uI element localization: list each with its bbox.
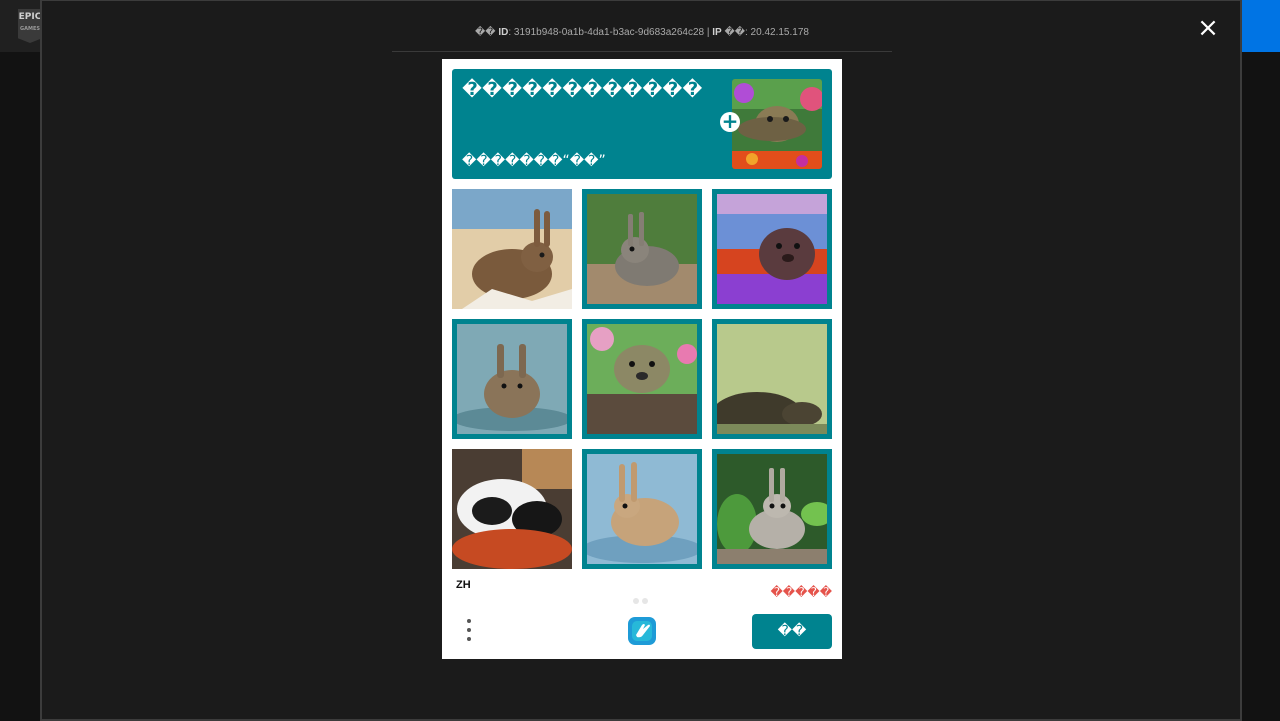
debug-separator: |	[704, 27, 713, 38]
more-vertical-icon[interactable]	[464, 619, 474, 645]
close-icon[interactable]: ×	[1196, 15, 1220, 41]
grid-image-2[interactable]	[582, 189, 702, 309]
debug-ip-value: 20.42.15.178	[750, 27, 809, 38]
grid-image-5[interactable]	[582, 319, 702, 439]
plus-icon: +	[720, 109, 740, 133]
prompt-subtitle: �������“��”	[462, 153, 606, 169]
page-indicator	[633, 589, 653, 604]
epic-games-logo[interactable]: EPIC GAMES	[18, 9, 42, 43]
grid-image-6[interactable]	[712, 319, 832, 439]
grid-image-1[interactable]	[452, 189, 572, 309]
debug-ip-label: IP	[712, 27, 722, 38]
language-selector[interactable]: ZH	[456, 579, 471, 591]
submit-button[interactable]: ��	[752, 614, 832, 649]
captcha-overlay: × �� ID: 3191b948-0a1b-4da1-b3ac-9d683a2…	[40, 0, 1242, 721]
logo-subtext: GAMES	[20, 26, 40, 32]
grid-image-7[interactable]	[452, 449, 572, 569]
debug-info: �� ID: 3191b948-0a1b-4da1-b3ac-9d683a264…	[475, 27, 809, 38]
grid-image-4[interactable]	[452, 319, 572, 439]
debug-id-label: ID	[498, 27, 509, 38]
example-image	[732, 79, 822, 169]
debug-id-value: 3191b948-0a1b-4da1-b3ac-9d683a264c28	[513, 27, 705, 38]
debug-ip-suffix: ��	[724, 27, 745, 38]
header-action-button[interactable]	[1238, 0, 1280, 52]
logo-text: EPIC	[18, 12, 42, 22]
grid-image-3[interactable]	[712, 189, 832, 309]
grid-image-9[interactable]	[712, 449, 832, 569]
prompt-title: ������������	[462, 79, 703, 100]
prompt-banner: ������������ �������“��” +	[452, 69, 832, 179]
grid-image-8[interactable]	[582, 449, 702, 569]
debug-id-prefix: ��	[475, 27, 496, 38]
hcaptcha-hand-icon[interactable]	[626, 615, 658, 647]
captcha-panel: ������������ �������“��” + ZH ����� ��	[442, 59, 842, 659]
divider	[392, 51, 892, 52]
image-grid	[452, 189, 832, 569]
report-link[interactable]: �����	[770, 585, 832, 599]
